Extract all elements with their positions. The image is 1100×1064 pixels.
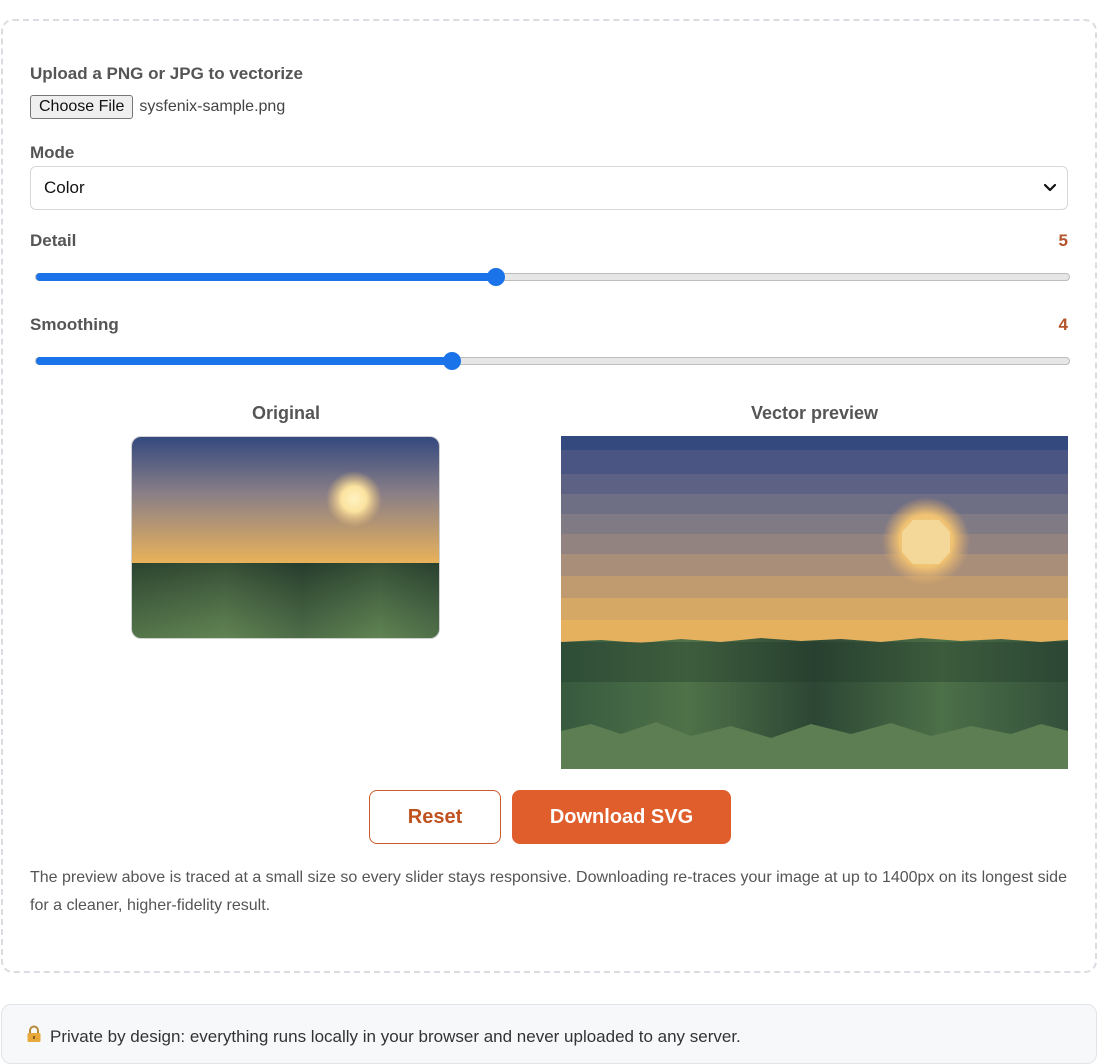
file-name: sysfenix-sample.png [139, 98, 286, 115]
smoothing-label: Smoothing [30, 315, 119, 334]
vector-preview-image [561, 436, 1068, 769]
mode-label: Mode [30, 143, 75, 162]
upload-label: Upload a PNG or JPG to vectorize [30, 64, 304, 83]
lock-icon [26, 1025, 42, 1048]
smoothing-slider[interactable] [35, 352, 1070, 370]
download-svg-button[interactable]: Download SVG [512, 790, 731, 844]
mode-select[interactable]: Color [30, 166, 1068, 210]
detail-label: Detail [30, 231, 77, 250]
info-note: The preview above is traced at a small s… [30, 869, 1067, 914]
privacy-text: Private by design: everything runs local… [50, 1026, 741, 1046]
detail-slider-thumb[interactable] [486, 268, 505, 286]
reset-button[interactable]: Reset [369, 790, 501, 844]
choose-file-button[interactable]: Choose File [30, 95, 134, 119]
file-input[interactable]: Choose File sysfenix-sample.png [30, 95, 285, 119]
detail-value: 5 [1058, 231, 1068, 250]
privacy-banner: Private by design: everything runs local… [1, 1004, 1097, 1064]
mode-selected-value: Color [44, 178, 85, 197]
vector-preview-title: Vector preview [750, 403, 879, 423]
detail-slider[interactable] [35, 268, 1070, 286]
smoothing-value: 4 [1058, 315, 1068, 334]
original-image [131, 436, 440, 639]
detail-slider-fill [36, 273, 496, 281]
original-title: Original [251, 403, 320, 423]
chevron-down-icon [1043, 178, 1057, 198]
smoothing-slider-fill [36, 357, 453, 365]
